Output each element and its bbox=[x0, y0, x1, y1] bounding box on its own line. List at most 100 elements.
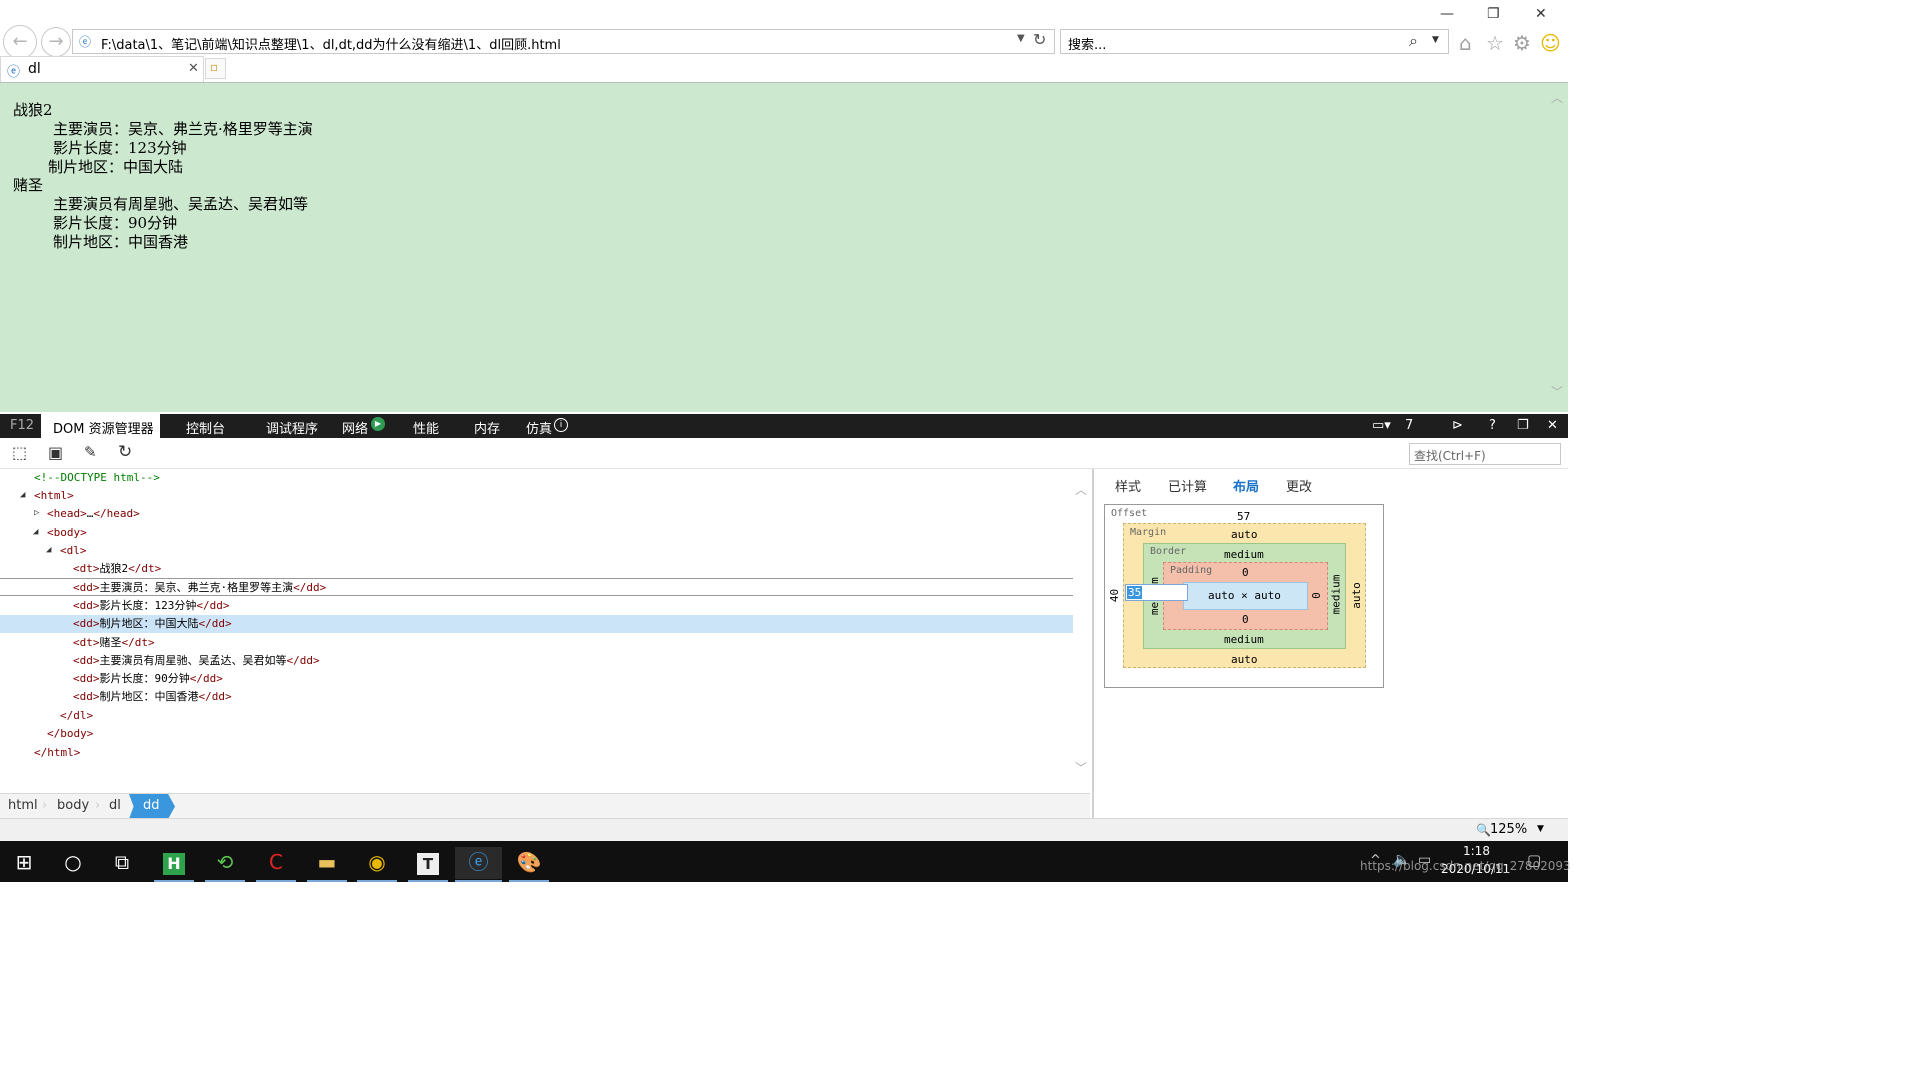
search-icon[interactable]: ⌕ bbox=[1409, 31, 1418, 51]
console-toggle-icon[interactable]: ⊳ bbox=[1452, 418, 1463, 433]
scroll-up-icon[interactable]: ︿ bbox=[1075, 481, 1087, 498]
dom-line[interactable]: <dd>影片长度：123分钟</dd> bbox=[0, 597, 1073, 615]
forward-button[interactable]: → bbox=[41, 27, 71, 57]
tab-layout[interactable]: 布局 bbox=[1233, 476, 1259, 495]
browser-green-icon[interactable]: ⟲ bbox=[205, 847, 245, 882]
border-left-bottom[interactable]: me bbox=[1148, 602, 1161, 615]
tab-performance[interactable]: 性能 bbox=[413, 418, 439, 437]
padding-right[interactable]: 0 bbox=[1310, 592, 1323, 599]
chrome-icon[interactable]: ◉ bbox=[357, 847, 397, 882]
back-button[interactable]: ← bbox=[3, 25, 37, 59]
info-icon[interactable]: i bbox=[554, 418, 568, 432]
color-picker-icon[interactable]: ✎ bbox=[84, 443, 97, 461]
zoom-level[interactable]: 125% bbox=[1490, 822, 1527, 837]
smiley-feedback-icon[interactable]: ☺ bbox=[1540, 31, 1561, 55]
select-element-icon[interactable]: ⬚ bbox=[12, 443, 27, 462]
content-size[interactable]: auto × auto bbox=[1208, 589, 1281, 602]
padding-bottom[interactable]: 0 bbox=[1242, 613, 1249, 626]
dom-line[interactable]: ▷ <head>…</head> bbox=[0, 505, 1073, 523]
play-icon[interactable]: ▶ bbox=[371, 417, 385, 431]
clock-time[interactable]: 1:18 bbox=[1463, 844, 1490, 858]
dom-scrollbar[interactable]: ︿ ﹀ bbox=[1074, 469, 1090, 793]
devtools-close-icon[interactable]: ✕ bbox=[1547, 418, 1558, 433]
tab-styles[interactable]: 样式 bbox=[1115, 476, 1141, 495]
dom-line[interactable]: <dd>影片长度：90分钟</dd> bbox=[0, 670, 1073, 688]
gear-icon[interactable]: ⚙ bbox=[1513, 31, 1531, 55]
margin-bottom[interactable]: auto bbox=[1231, 653, 1258, 666]
dom-line[interactable]: <dd>制片地区：中国香港</dd> bbox=[0, 688, 1073, 706]
tab-emulation[interactable]: 仿真 bbox=[526, 418, 552, 437]
tab-dl[interactable]: ⓔ dl ✕ bbox=[0, 56, 204, 82]
windows-start-icon[interactable]: ⊞ bbox=[4, 847, 44, 879]
offset-top[interactable]: 57 bbox=[1237, 510, 1250, 523]
dom-line[interactable]: <dt>赌圣</dt> bbox=[0, 634, 1073, 652]
dom-line[interactable]: <dt>战狼2</dt> bbox=[0, 560, 1073, 578]
dom-line[interactable]: </html> bbox=[0, 744, 1073, 762]
collapse-icon[interactable]: ◢ bbox=[46, 542, 51, 559]
search-box[interactable]: 搜索... ⌕ ▼ bbox=[1060, 29, 1449, 54]
tab-console[interactable]: 控制台 bbox=[186, 418, 225, 437]
typora-icon[interactable]: T bbox=[408, 847, 448, 882]
border-left-top[interactable]: m bbox=[1148, 577, 1161, 584]
dom-line[interactable]: ◢ <body> bbox=[0, 524, 1073, 542]
favorites-star-icon[interactable]: ☆ bbox=[1486, 31, 1504, 55]
tab-computed[interactable]: 已计算 bbox=[1168, 476, 1207, 495]
border-bottom[interactable]: medium bbox=[1224, 633, 1264, 646]
task-view-icon[interactable]: ⧉ bbox=[102, 847, 142, 879]
zoom-dropdown-icon[interactable]: ▼ bbox=[1537, 824, 1544, 834]
close-button[interactable]: ✕ bbox=[1535, 6, 1547, 22]
dom-line[interactable]: ◢ <dl> bbox=[0, 542, 1073, 560]
tab-close-icon[interactable]: ✕ bbox=[188, 61, 199, 76]
dom-line-selected[interactable]: <dd>制片地区：中国大陆</dd> bbox=[0, 615, 1073, 633]
app-red-c-icon[interactable]: C bbox=[256, 847, 296, 882]
border-right[interactable]: medium bbox=[1329, 575, 1342, 615]
border-top[interactable]: medium bbox=[1224, 548, 1264, 561]
crumb-body[interactable]: body bbox=[57, 798, 89, 813]
highlight-icon[interactable]: ▣ bbox=[48, 443, 63, 462]
margin-top[interactable]: auto bbox=[1231, 528, 1258, 541]
collapse-icon[interactable]: ◢ bbox=[20, 487, 25, 504]
margin-left-input[interactable]: 35 bbox=[1125, 584, 1188, 601]
file-explorer-icon[interactable]: ▬ bbox=[307, 847, 347, 882]
dom-line[interactable]: ◢ <html> bbox=[0, 487, 1073, 505]
scroll-up-icon[interactable]: ︿ bbox=[1551, 89, 1563, 106]
paint-icon[interactable]: 🎨 bbox=[509, 847, 549, 882]
tab-dom-explorer[interactable]: DOM 资源管理器 bbox=[41, 414, 160, 438]
crumb-dd[interactable]: dd bbox=[129, 794, 175, 819]
restore-button[interactable]: ❐ bbox=[1487, 6, 1500, 22]
address-bar[interactable]: ⓔ F:\data\1、笔记\前端\知识点整理\1、dl,dt,dd为什么没有缩… bbox=[72, 29, 1055, 54]
scroll-down-icon[interactable]: ﹀ bbox=[1075, 759, 1087, 776]
crumb-dl[interactable]: dl bbox=[109, 798, 121, 813]
refresh-icon[interactable]: ↻ bbox=[1033, 30, 1046, 49]
dom-line-hovered[interactable]: <dd>主要演员：吴京、弗兰克·格里罗等主演</dd> bbox=[0, 578, 1073, 596]
refresh-dom-icon[interactable]: ↻ bbox=[118, 442, 132, 462]
home-icon[interactable]: ⌂ bbox=[1459, 31, 1472, 55]
crumb-html[interactable]: html bbox=[8, 798, 38, 813]
dom-line[interactable]: </dl> bbox=[0, 707, 1073, 725]
dom-line[interactable]: <dd>主要演员有周星驰、吴孟达、吴君如等</dd> bbox=[0, 652, 1073, 670]
new-tab-button[interactable]: ▫ bbox=[205, 58, 226, 79]
scroll-down-icon[interactable]: ﹀ bbox=[1551, 383, 1563, 400]
dropdown-icon[interactable]: ▼ bbox=[1017, 33, 1025, 44]
offset-left[interactable]: 40 bbox=[1108, 589, 1121, 602]
margin-right[interactable]: auto bbox=[1350, 582, 1363, 609]
monitor-icon[interactable]: ▭▾ bbox=[1372, 418, 1391, 433]
tab-changes[interactable]: 更改 bbox=[1286, 476, 1312, 495]
tab-network[interactable]: 网络 bbox=[342, 418, 368, 437]
tab-memory[interactable]: 内存 bbox=[474, 418, 500, 437]
search-dropdown-icon[interactable]: ▼ bbox=[1432, 35, 1439, 45]
undock-icon[interactable]: ❐ bbox=[1517, 418, 1529, 433]
padding-top[interactable]: 0 bbox=[1242, 566, 1249, 579]
ie-taskbar-icon[interactable]: ⓔ bbox=[455, 847, 502, 882]
find-input[interactable]: 查找(Ctrl+F) bbox=[1409, 443, 1561, 465]
collapse-icon[interactable]: ◢ bbox=[33, 524, 38, 541]
tab-debugger[interactable]: 调试程序 bbox=[266, 418, 318, 437]
hbuilder-icon[interactable]: H bbox=[154, 847, 194, 882]
dom-line[interactable]: <!--DOCTYPE html--> bbox=[0, 469, 1073, 487]
page-scrollbar[interactable]: ︿ ﹀ bbox=[1546, 83, 1568, 413]
expand-icon[interactable]: ▷ bbox=[34, 505, 39, 522]
minimize-button[interactable]: — bbox=[1440, 6, 1454, 22]
help-icon[interactable]: ? bbox=[1489, 418, 1496, 433]
dom-line[interactable]: </body> bbox=[0, 725, 1073, 743]
cortana-icon[interactable]: ○ bbox=[53, 847, 93, 879]
